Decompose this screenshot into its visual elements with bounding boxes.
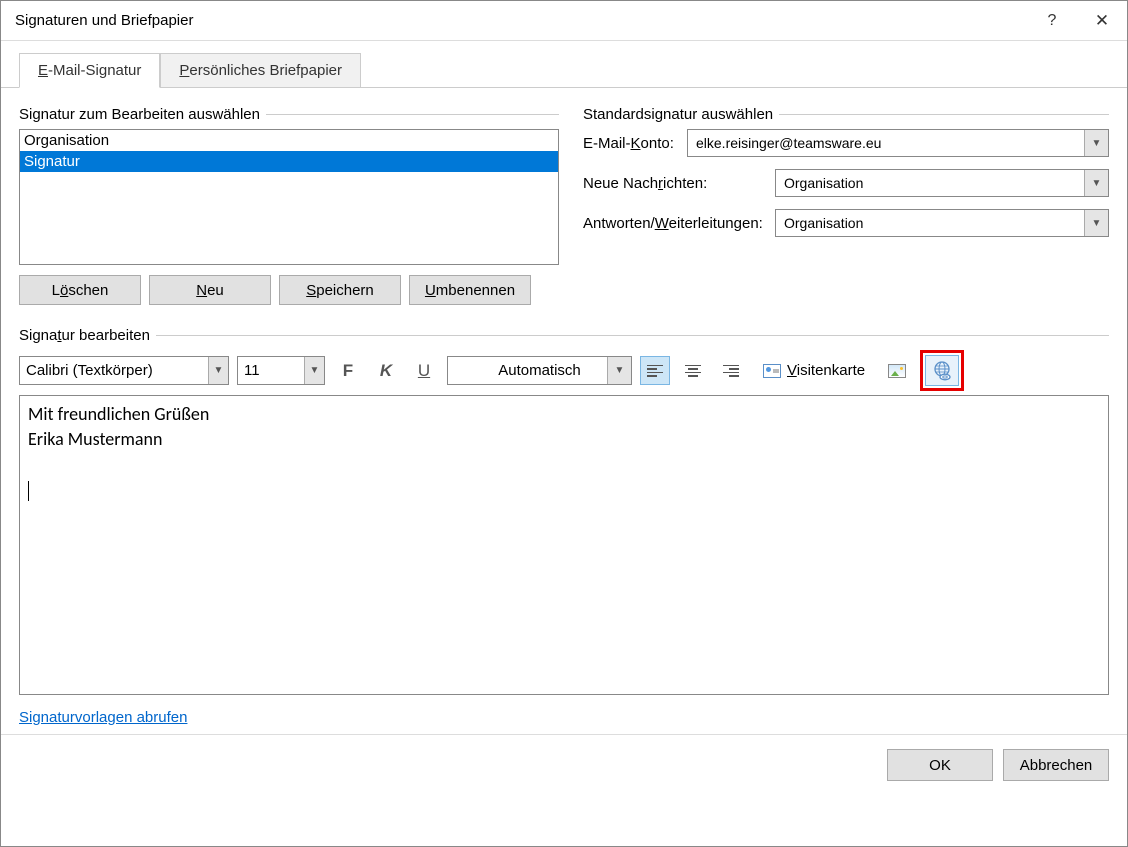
close-button[interactable]: ✕ <box>1077 1 1127 41</box>
editor-toolbar: Calibri (Textkörper) ▼ 11 ▼ F K U Automa… <box>19 350 1109 395</box>
rename-button[interactable]: Umbenennen <box>409 275 531 305</box>
picture-icon <box>888 364 906 378</box>
row-email-account: E-Mail-Konto: elke.reisinger@teamsware.e… <box>583 129 1109 157</box>
help-button[interactable]: ? <box>1027 1 1077 41</box>
chevron-down-icon: ▼ <box>607 357 631 384</box>
signature-list[interactable]: Organisation Signatur <box>19 129 559 265</box>
save-button[interactable]: Speichern <box>279 275 401 305</box>
signature-list-item[interactable]: Signatur <box>20 151 558 172</box>
align-center-icon <box>685 365 701 377</box>
signature-select-heading: Signatur zum Bearbeiten auswählen <box>19 106 559 123</box>
divider <box>779 114 1109 115</box>
default-signature-heading: Standardsignatur auswählen <box>583 106 1109 123</box>
help-icon: ? <box>1048 12 1057 30</box>
close-icon: ✕ <box>1095 11 1109 31</box>
dialog-title: Signaturen und Briefpapier <box>15 12 1027 29</box>
edit-signature-group: Signatur bearbeiten Calibri (Textkörper)… <box>19 327 1109 726</box>
default-signature-group: Standardsignatur auswählen E-Mail-Konto:… <box>583 106 1109 305</box>
divider <box>156 335 1109 336</box>
replies-forwards-combo[interactable]: Organisation ▼ <box>775 209 1109 237</box>
align-right-icon <box>723 365 739 377</box>
editor-line: Mit freundlichen Grüßen <box>28 402 1100 427</box>
new-button[interactable]: Neu <box>149 275 271 305</box>
business-card-button[interactable]: Visitenkarte <box>754 356 874 385</box>
bold-button[interactable]: F <box>333 356 363 385</box>
business-card-icon <box>763 364 781 378</box>
italic-button[interactable]: K <box>371 356 401 385</box>
signature-list-item[interactable]: Organisation <box>20 130 558 151</box>
text-cursor <box>28 481 29 501</box>
font-combo[interactable]: Calibri (Textkörper) ▼ <box>19 356 229 385</box>
cancel-button[interactable]: Abbrechen <box>1003 749 1109 781</box>
divider <box>266 114 559 115</box>
new-messages-combo[interactable]: Organisation ▼ <box>775 169 1109 197</box>
insert-hyperlink-button[interactable] <box>925 355 959 386</box>
titlebar: Signaturen und Briefpapier ? ✕ <box>1 1 1127 41</box>
tab-bar: E-Mail-Signatur Persönliches Briefpapier <box>1 41 1127 88</box>
email-account-combo[interactable]: elke.reisinger@teamsware.eu ▼ <box>687 129 1109 157</box>
editor-line: Erika Mustermann <box>28 427 1100 452</box>
globe-link-icon <box>931 360 953 382</box>
dialog-footer: OK Abbrechen <box>1 734 1127 795</box>
replies-forwards-label: Antworten/Weiterleitungen: <box>583 215 775 232</box>
row-new-messages: Neue Nachrichten: Organisation ▼ <box>583 169 1109 197</box>
row-replies-forwards: Antworten/Weiterleitungen: Organisation … <box>583 209 1109 237</box>
editor-line <box>28 452 1100 477</box>
tab-personal-stationery[interactable]: Persönliches Briefpapier <box>160 53 361 87</box>
align-left-button[interactable] <box>640 356 670 385</box>
delete-button[interactable]: Löschen <box>19 275 141 305</box>
new-messages-label: Neue Nachrichten: <box>583 175 775 192</box>
signature-editor[interactable]: Mit freundlichen Grüßen Erika Mustermann <box>19 395 1109 695</box>
signature-select-group: Signatur zum Bearbeiten auswählen Organi… <box>19 106 559 305</box>
align-right-button[interactable] <box>716 356 746 385</box>
dialog: Signaturen und Briefpapier ? ✕ E-Mail-Si… <box>0 0 1128 847</box>
chevron-down-icon: ▼ <box>1084 170 1108 196</box>
top-row: Signatur zum Bearbeiten auswählen Organi… <box>19 106 1109 305</box>
get-templates-link[interactable]: Signaturvorlagen abrufen <box>19 709 187 726</box>
chevron-down-icon: ▼ <box>208 357 228 384</box>
font-size-combo[interactable]: 11 ▼ <box>237 356 325 385</box>
font-color-combo[interactable]: Automatisch ▼ <box>447 356 632 385</box>
chevron-down-icon: ▼ <box>304 357 324 384</box>
chevron-down-icon: ▼ <box>1084 130 1108 156</box>
dialog-body: Signatur zum Bearbeiten auswählen Organi… <box>1 88 1127 734</box>
signature-buttons: Löschen Neu Speichern Umbenennen <box>19 275 559 305</box>
email-account-label: E-Mail-Konto: <box>583 135 687 152</box>
hyperlink-highlight <box>920 350 964 391</box>
underline-button[interactable]: U <box>409 356 439 385</box>
tab-email-signature[interactable]: E-Mail-Signatur <box>19 53 160 88</box>
insert-picture-button[interactable] <box>882 356 912 385</box>
chevron-down-icon: ▼ <box>1084 210 1108 236</box>
align-left-icon <box>647 365 663 377</box>
editor-line <box>28 478 1100 503</box>
ok-button[interactable]: OK <box>887 749 993 781</box>
align-center-button[interactable] <box>678 356 708 385</box>
edit-signature-heading: Signatur bearbeiten <box>19 327 1109 344</box>
